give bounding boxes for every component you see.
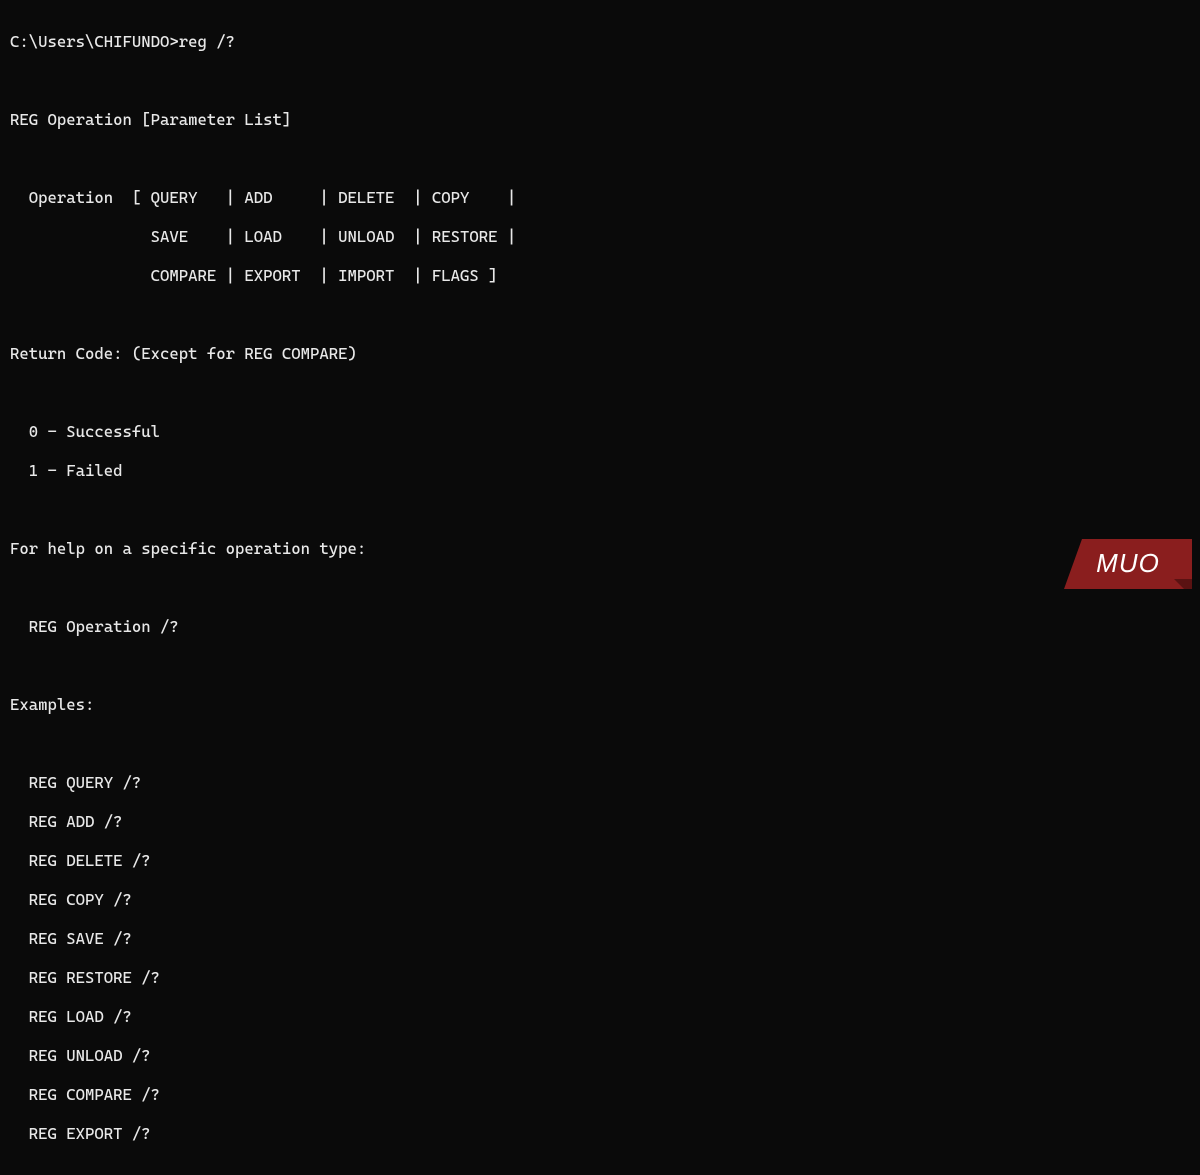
example-9: REG COMPARE /? [10,1085,1190,1105]
return-code-header: Return Code: (Except for REG COMPARE) [10,344,1190,364]
blank-line [10,500,1190,520]
operation-row-2: SAVE | LOAD | UNLOAD | RESTORE | [10,227,1190,247]
example-3: REG DELETE /? [10,851,1190,871]
operation-row-3: COMPARE | EXPORT | IMPORT | FLAGS ] [10,266,1190,286]
terminal-output: C:\Users\CHIFUNDO>reg /? REG Operation [… [0,0,1200,1175]
prompt-line: C:\Users\CHIFUNDO>reg /? [10,32,1190,52]
prompt: C:\Users\CHIFUNDO> [10,32,179,51]
blank-line [10,149,1190,169]
example-7: REG LOAD /? [10,1007,1190,1027]
example-2: REG ADD /? [10,812,1190,832]
example-4: REG COPY /? [10,890,1190,910]
example-1: REG QUERY /? [10,773,1190,793]
muo-watermark: MUO [1064,539,1192,589]
blank-line [10,305,1190,325]
example-8: REG UNLOAD /? [10,1046,1190,1066]
examples-header: Examples: [10,695,1190,715]
watermark-text: MUO [1096,548,1160,578]
example-6: REG RESTORE /? [10,968,1190,988]
return-code-1: 1 - Failed [10,461,1190,481]
blank-line [10,656,1190,676]
blank-line [10,71,1190,91]
help-usage: REG Operation /? [10,617,1190,637]
blank-line [10,734,1190,754]
return-code-0: 0 - Successful [10,422,1190,442]
blank-line [10,578,1190,598]
example-5: REG SAVE /? [10,929,1190,949]
help-header: For help on a specific operation type: [10,539,1190,559]
example-10: REG EXPORT /? [10,1124,1190,1144]
operation-row-1: Operation [ QUERY | ADD | DELETE | COPY … [10,188,1190,208]
usage-line: REG Operation [Parameter List] [10,110,1190,130]
command-input[interactable]: reg /? [179,32,235,51]
blank-line [10,383,1190,403]
